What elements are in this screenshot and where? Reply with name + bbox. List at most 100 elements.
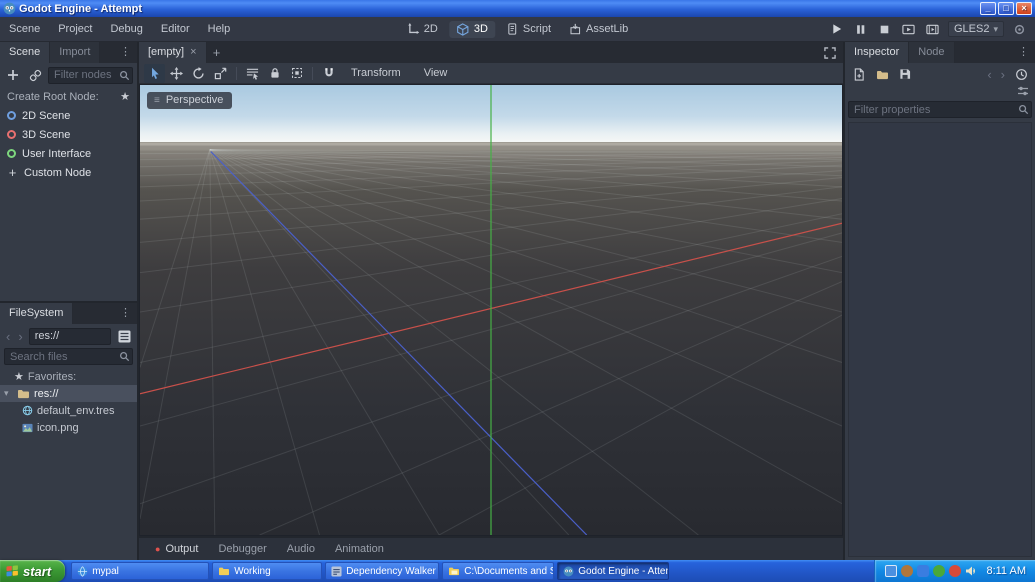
toggle-split-mode-button[interactable] [115,327,133,345]
instance-scene-button[interactable] [26,66,44,84]
script-icon [506,23,518,35]
workspace-assetlib-button[interactable]: AssetLib [562,21,635,37]
workspace-script-button[interactable]: Script [499,21,558,37]
filesystem-dock-menu-icon[interactable]: ⋮ [114,303,137,324]
lock-icon[interactable] [264,64,285,83]
view-menu[interactable]: View [413,63,459,84]
tab-filesystem[interactable]: FileSystem [0,303,73,324]
play-custom-scene-button[interactable] [924,21,941,38]
chevron-down-icon: ▾ [993,24,998,35]
tab-inspector[interactable]: Inspector [845,42,909,63]
menu-project[interactable]: Project [49,17,101,42]
scale-tool-button[interactable] [210,64,231,83]
menu-editor[interactable]: Editor [152,17,199,42]
tray-input-language-icon[interactable] [885,565,897,577]
add-node-button[interactable] [4,66,22,84]
tray-antivirus-icon[interactable] [933,565,945,577]
save-resource-button[interactable] [896,65,914,83]
fs-path-field[interactable] [29,328,111,345]
distraction-free-icon[interactable] [817,42,843,63]
taskbar-item-working[interactable]: Working [212,562,322,580]
center-column: [empty] × + Transform [139,42,843,560]
tray-network-icon[interactable] [917,565,929,577]
tray-hand-icon[interactable] [901,565,913,577]
3d-icon [456,23,469,36]
taskbar-item-mypal[interactable]: mypal [71,562,209,580]
tray-alert-icon[interactable] [949,565,961,577]
fs-root-row[interactable]: ▾ res:// [0,385,137,402]
fs-file-default-env[interactable]: default_env.tres [0,402,137,419]
close-tab-icon[interactable]: × [190,42,196,63]
list-select-tool-button[interactable] [242,64,263,83]
workspace-2d-button[interactable]: 2D [400,21,445,37]
environment-icon [22,405,33,416]
tab-import[interactable]: Import [50,42,100,63]
bottom-tab-output[interactable]: ● Output [146,538,207,560]
3d-viewport[interactable]: ≡ Perspective [139,84,843,536]
tab-node[interactable]: Node [909,42,954,63]
menu-scene[interactable]: Scene [0,17,49,42]
fs-favorites-row[interactable]: ★ Favorites: [0,368,137,385]
history-forward-icon[interactable]: › [999,67,1007,82]
scene-dock-menu-icon[interactable]: ⋮ [114,42,137,63]
fs-back-icon[interactable]: ‹ [4,329,12,344]
filter-properties-input[interactable] [848,101,1032,118]
tab-scene[interactable]: Scene [0,42,50,63]
browser-icon [77,566,88,577]
object-properties-filter-icon[interactable] [1017,85,1029,97]
history-back-icon[interactable]: ‹ [985,67,993,82]
select-tool-button[interactable] [144,64,165,83]
stop-button[interactable] [876,21,893,38]
snap-magnet-icon[interactable] [318,64,339,83]
system-tray: 8:11 AM [874,560,1035,582]
menu-help[interactable]: Help [199,17,240,42]
filter-nodes-input[interactable] [48,67,133,84]
fs-file-icon-png[interactable]: icon.png [0,419,137,436]
load-resource-folder-icon[interactable] [873,65,891,83]
group-icon[interactable] [286,64,307,83]
minimize-button[interactable]: _ [980,2,996,15]
taskbar-item-dependency-walker[interactable]: Dependency Walker - ... [325,562,439,580]
rotate-tool-button[interactable] [188,64,209,83]
perspective-menu-button[interactable]: ≡ Perspective [147,92,232,109]
scene-tab-empty[interactable]: [empty] × [139,42,207,63]
bottom-tab-debugger[interactable]: Debugger [209,538,275,560]
new-resource-button[interactable] [850,65,868,83]
open-folder-icon [448,566,460,576]
close-button[interactable]: × [1016,2,1032,15]
play-scene-button[interactable] [900,21,917,38]
inspector-empty-content [848,122,1032,557]
favorites-star-icon[interactable]: ★ [120,90,130,103]
inspector-dock-menu-icon[interactable]: ⋮ [1012,42,1035,63]
play-button[interactable] [828,21,845,38]
transform-menu[interactable]: Transform [340,63,412,84]
root-option-2d-scene[interactable]: 2D Scene [0,106,137,125]
inspector-dock: Inspector Node ⋮ ‹ › [845,42,1035,560]
window-titlebar[interactable]: Godot Engine - Attempt _ □ × [0,0,1035,17]
control-icon [7,149,16,158]
new-scene-tab-button[interactable]: + [207,42,227,63]
bottom-tab-audio[interactable]: Audio [278,538,324,560]
search-files-input[interactable] [4,348,133,365]
taskbar-item-godot[interactable]: Godot Engine - Attempt [557,562,669,580]
move-tool-button[interactable] [166,64,187,83]
star-icon: ★ [14,370,24,383]
root-option-custom-node[interactable]: + Custom Node [0,163,137,182]
tree-collapse-icon[interactable]: ▾ [4,388,13,399]
root-option-user-interface[interactable]: User Interface [0,144,137,163]
menu-debug[interactable]: Debug [101,17,151,42]
fs-forward-icon[interactable]: › [16,329,24,344]
folder-icon [17,388,30,399]
pause-button[interactable] [852,21,869,38]
tray-volume-icon[interactable] [965,565,977,577]
root-option-3d-scene[interactable]: 3D Scene [0,125,137,144]
bottom-tab-animation[interactable]: Animation [326,538,393,560]
workspace-3d-button[interactable]: 3D [449,21,495,38]
taskbar-item-documents[interactable]: C:\Documents and Se... [442,562,554,580]
taskbar-clock[interactable]: 8:11 AM [986,565,1026,577]
start-button[interactable]: start [0,560,65,582]
scene-tabs-bar: [empty] × + [139,42,843,63]
video-driver-select[interactable]: GLES2 ▾ [948,21,1004,37]
maximize-button[interactable]: □ [998,2,1014,15]
history-clock-icon[interactable] [1012,65,1030,83]
